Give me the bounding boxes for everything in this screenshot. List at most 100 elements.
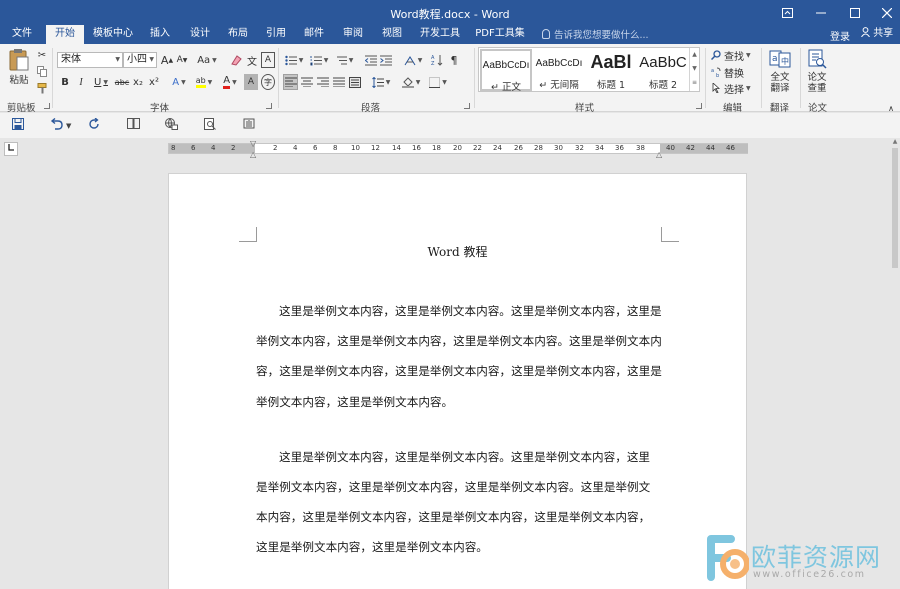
show-marks-icon[interactable]: ¶	[447, 52, 461, 68]
tab-developer[interactable]: 开发工具	[414, 25, 466, 44]
share-button[interactable]: 共享	[855, 25, 893, 44]
decrease-indent-icon[interactable]	[364, 52, 378, 68]
site-watermark: 欧菲资源网 www.office26.com	[697, 531, 897, 587]
sign-in-link[interactable]: 登录	[830, 28, 850, 43]
tab-review[interactable]: 审阅	[335, 25, 371, 44]
save-icon[interactable]	[12, 118, 24, 133]
distributed-icon[interactable]	[348, 74, 362, 90]
line-spacing-button[interactable]: ▼	[370, 74, 392, 90]
align-right-icon[interactable]	[316, 74, 330, 90]
select-label: 选择	[724, 84, 744, 96]
ruler-number: 28	[534, 144, 543, 152]
font-group-label: 字体	[150, 103, 170, 114]
tab-selector[interactable]	[4, 142, 18, 156]
text-effects-button[interactable]: A ▼	[168, 74, 190, 90]
style-heading-2[interactable]: AaBbC 标题 2	[637, 49, 689, 91]
style-normal[interactable]: AaBbCcDı ↵ 正文	[480, 49, 532, 93]
subscript-button[interactable]: x₂	[131, 74, 145, 90]
undo-icon[interactable]	[50, 117, 63, 133]
chinese-layout-button[interactable]: ▼	[402, 52, 424, 68]
find-button[interactable]: 查找 ▼	[711, 47, 757, 63]
font-family-select[interactable]: 宋体 ▼	[57, 52, 123, 68]
shrink-font-button[interactable]: A ▼	[175, 52, 189, 68]
strikethrough-button[interactable]: abc	[114, 74, 130, 90]
redo-icon[interactable]	[88, 117, 100, 133]
document-page[interactable]: Word 教程 这里是举例文本内容，这里是举例文本内容。这里是举例文本内容，这里…	[168, 173, 747, 589]
styles-launcher-icon[interactable]	[696, 103, 702, 109]
underline-button[interactable]: U ▼	[90, 74, 112, 90]
maximize-icon[interactable]	[837, 0, 872, 25]
read-mode-icon[interactable]	[127, 118, 140, 132]
more-styles-icon[interactable]: ≡	[690, 76, 699, 90]
vertical-scrollbar[interactable]: ▲	[890, 138, 900, 589]
tab-view[interactable]: 视图	[374, 25, 410, 44]
font-launcher-icon[interactable]	[266, 103, 272, 109]
justify-icon[interactable]	[332, 74, 346, 90]
increase-indent-icon[interactable]	[379, 52, 393, 68]
copy-icon[interactable]	[35, 63, 49, 79]
font-size-select[interactable]: 小四 ▼	[123, 52, 157, 68]
undo-dropdown-icon[interactable]: ▼	[66, 122, 71, 130]
enclose-characters-button[interactable]: 字	[261, 74, 275, 90]
sort-icon[interactable]: AZ	[430, 52, 444, 68]
underline-glyph: U	[94, 76, 102, 88]
tab-home[interactable]: 开始	[46, 25, 84, 44]
right-indent-marker[interactable]: △	[656, 150, 662, 159]
bullets-button[interactable]: ▼	[283, 52, 305, 68]
first-line-indent-marker[interactable]: ▽	[250, 139, 256, 148]
chevron-down-icon[interactable]: ▼	[690, 62, 699, 76]
superscript-button[interactable]: x²	[147, 74, 161, 90]
minimize-icon[interactable]	[803, 0, 838, 25]
align-center-icon[interactable]	[300, 74, 314, 90]
bold-button[interactable]: B	[58, 74, 72, 90]
clipboard-launcher-icon[interactable]	[44, 103, 50, 109]
format-painter-icon[interactable]	[35, 80, 49, 96]
font-color-button[interactable]: A ▼	[219, 74, 241, 90]
grow-font-button[interactable]: A ▲	[160, 52, 174, 68]
full-text-translate-button[interactable]: a中 全文 翻译	[765, 49, 795, 94]
style-no-spacing[interactable]: AaBbCcDı ↵ 无间隔	[533, 49, 585, 91]
ruler-number: 38	[636, 144, 645, 152]
close-icon[interactable]	[869, 0, 900, 25]
shading-button[interactable]: ▼	[400, 74, 422, 90]
tab-file[interactable]: 文件	[0, 25, 44, 44]
web-layout-icon[interactable]	[165, 118, 178, 133]
ruler-number: 40	[666, 144, 675, 152]
chevron-up-icon[interactable]: ▲	[690, 48, 699, 62]
tab-template-center[interactable]: 模板中心	[88, 25, 138, 44]
tab-mailings[interactable]: 邮件	[296, 25, 332, 44]
replace-button[interactable]: ab 替换	[711, 64, 751, 80]
tab-pdf-tools[interactable]: PDF工具集	[470, 25, 530, 44]
change-case-button[interactable]: Aa ▼	[196, 52, 218, 68]
phonetic-guide-button[interactable]: 文	[245, 52, 259, 68]
tab-references[interactable]: 引用	[258, 25, 294, 44]
borders-button[interactable]: ▼	[427, 74, 449, 90]
italic-button[interactable]: I	[74, 74, 88, 90]
paragraph-launcher-icon[interactable]	[464, 103, 470, 109]
paste-button[interactable]: 粘贴	[6, 48, 32, 86]
horizontal-ruler[interactable]: 8 6 4 2 2 4 6 8 10 12 14 16 18 20 22 24 …	[168, 139, 748, 159]
align-left-icon[interactable]	[283, 74, 298, 90]
touch-mode-icon[interactable]	[243, 118, 255, 133]
print-preview-icon[interactable]	[204, 118, 216, 133]
style-heading-1[interactable]: AaBl 标题 1	[585, 49, 637, 91]
cut-icon[interactable]: ✂	[35, 47, 49, 63]
tab-insert[interactable]: 插入	[142, 25, 178, 44]
hanging-indent-marker[interactable]: △	[250, 150, 256, 159]
scroll-up-icon[interactable]: ▲	[890, 138, 900, 145]
tab-design[interactable]: 设计	[182, 25, 218, 44]
character-border-button[interactable]: A	[261, 52, 275, 68]
tell-me-search[interactable]: 告诉我您想要做什么...	[542, 27, 649, 41]
select-button[interactable]: 选择 ▼	[711, 80, 757, 96]
chevron-down-icon: ▼	[442, 78, 447, 86]
paper-check-button[interactable]: 论文 查重	[803, 49, 831, 94]
scrollbar-thumb[interactable]	[892, 148, 898, 268]
styles-gallery-scroll[interactable]: ▲ ▼ ≡	[689, 48, 699, 91]
multilevel-list-button[interactable]: ▼	[333, 52, 355, 68]
clear-formatting-icon[interactable]	[229, 52, 243, 68]
highlight-button[interactable]: ab ▼	[193, 74, 215, 90]
ribbon-display-options-icon[interactable]	[770, 0, 805, 25]
character-shading-button[interactable]: A	[244, 74, 258, 90]
numbering-button[interactable]: ▼	[308, 52, 330, 68]
tab-layout[interactable]: 布局	[220, 25, 256, 44]
